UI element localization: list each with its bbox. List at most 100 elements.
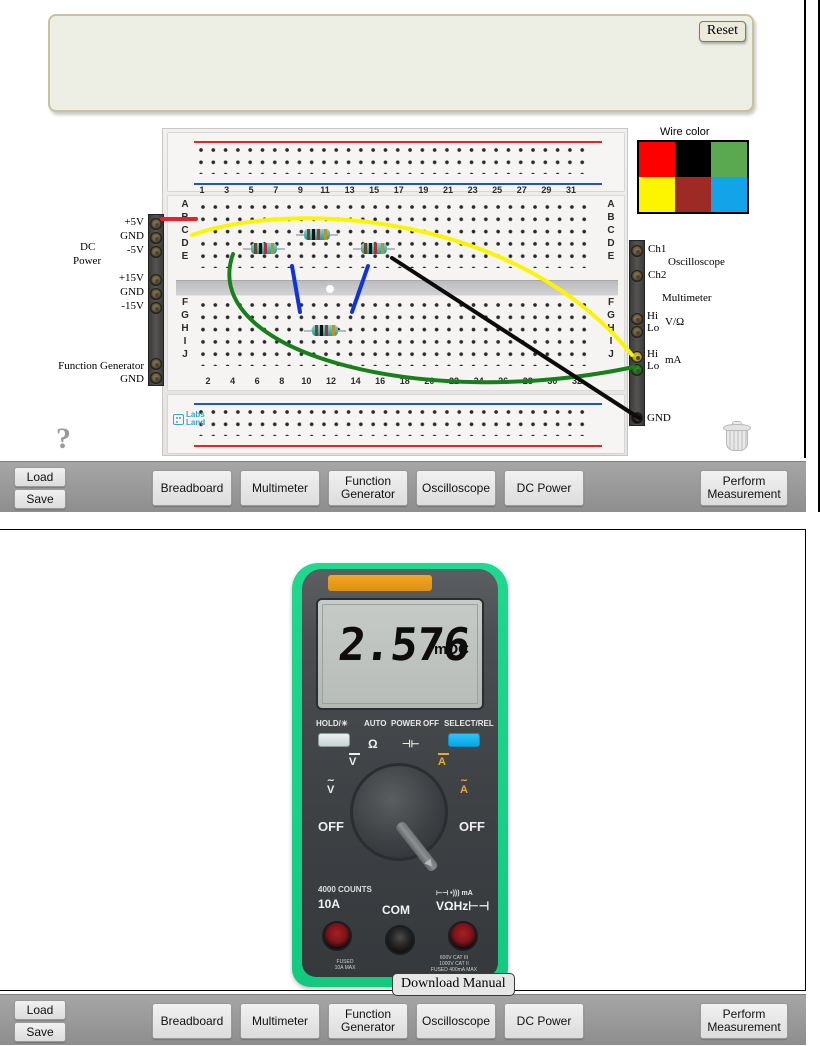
- col-num: 4: [230, 376, 236, 386]
- port-vohmhz[interactable]: [448, 921, 478, 951]
- jack-osc-ch2[interactable]: [631, 270, 643, 282]
- holes-rows-fghij: [200, 302, 594, 366]
- right-jack-strip: [629, 240, 645, 426]
- dial-mark-a-ac: ∼ A: [460, 775, 468, 797]
- breadboard-main-grid: [167, 195, 625, 391]
- label-vohm-hi: Hi: [647, 310, 658, 322]
- col-num: 3: [224, 185, 230, 195]
- tab-dc-power[interactable]: DC Power: [504, 1003, 584, 1039]
- col-num: 17: [393, 185, 404, 195]
- jack-gnd-15v[interactable]: [150, 288, 162, 300]
- tab-multimeter[interactable]: Multimeter: [240, 470, 320, 506]
- port-top-vohmhz: ⊢⊣ •))) mA: [436, 890, 473, 897]
- perform-measurement-button[interactable]: Perform Measurement: [700, 470, 788, 506]
- tab-oscilloscope[interactable]: Oscilloscope: [416, 1003, 496, 1039]
- label-hold: HOLD/☀: [316, 719, 349, 728]
- label-gnd-15v: GND: [120, 286, 144, 298]
- label-function-generator-gnd: GND: [120, 373, 144, 385]
- jack-minus15v[interactable]: [150, 302, 162, 314]
- label-minus15v: -15V: [121, 300, 144, 312]
- power-rail-top: [167, 132, 625, 192]
- save-button[interactable]: Save: [14, 489, 66, 509]
- help-icon[interactable]: ?: [56, 424, 71, 454]
- save-button[interactable]: Save: [14, 1022, 66, 1042]
- row-letter: I: [609, 336, 613, 347]
- col-num: 13: [344, 185, 355, 195]
- row-letter: A: [607, 199, 615, 210]
- resistor[interactable]: [243, 243, 285, 254]
- row-letter: C: [181, 225, 189, 236]
- jack-gnd[interactable]: [631, 412, 643, 424]
- jack-function-generator[interactable]: [150, 358, 162, 370]
- breadboard-body: 1 3 5 7 9 11 13 15 17 19 21 23 25 27 29 …: [162, 128, 628, 456]
- row-letter: E: [181, 251, 189, 262]
- column-numbers-bottom: 2 4 6 8 10 12 14 16 18 20 22 24 26 28 30…: [195, 376, 591, 390]
- load-button[interactable]: Load: [14, 467, 66, 487]
- swatch-dark-red[interactable]: [675, 177, 711, 212]
- row-letter: D: [607, 238, 615, 249]
- port-10a[interactable]: [322, 921, 352, 951]
- reset-button[interactable]: Reset: [698, 21, 746, 42]
- jack-osc-ch1[interactable]: [631, 245, 643, 257]
- swatch-red[interactable]: [639, 142, 675, 177]
- resistor[interactable]: [304, 325, 346, 336]
- channel-marker: [326, 285, 334, 293]
- jack-function-generator-gnd[interactable]: [150, 372, 162, 384]
- tab-function-generator[interactable]: Function Generator: [328, 470, 408, 506]
- row-letter: J: [182, 349, 188, 360]
- label-ma: mA: [665, 354, 682, 366]
- select-button[interactable]: [448, 733, 480, 747]
- col-num: 22: [448, 376, 459, 386]
- load-button[interactable]: Load: [14, 1000, 66, 1020]
- rail-line-blue-bottom: [194, 403, 602, 405]
- col-num: 21: [442, 185, 453, 195]
- swatch-yellow[interactable]: [639, 177, 675, 212]
- jack-mm-vohm-hi[interactable]: [631, 313, 643, 325]
- dial-mark-a-dc: A: [438, 753, 449, 768]
- jack-plus15v[interactable]: [150, 274, 162, 286]
- tab-multimeter[interactable]: Multimeter: [240, 1003, 320, 1039]
- hold-button[interactable]: [318, 733, 350, 747]
- swatch-black[interactable]: [675, 142, 711, 177]
- jack-plus5v[interactable]: [150, 218, 162, 230]
- resistor[interactable]: [296, 229, 338, 240]
- jack-mm-ma-hi[interactable]: [631, 351, 643, 363]
- download-manual-button[interactable]: Download Manual: [392, 973, 515, 996]
- jack-minus5v[interactable]: [150, 246, 162, 258]
- port-label-vohmhz: VΩHz⊢⊣: [436, 899, 490, 913]
- trash-icon[interactable]: [722, 421, 752, 453]
- dial-mark-off-right: OFF: [459, 819, 485, 834]
- tab-breadboard[interactable]: Breadboard: [152, 470, 232, 506]
- center-channel: [176, 280, 618, 296]
- label-ma-lo: Lo: [647, 360, 660, 372]
- swatch-green[interactable]: [711, 142, 747, 177]
- col-num: 19: [418, 185, 429, 195]
- breadboard-image[interactable]: 1 3 5 7 9 11 13 15 17 19 21 23 25 27 29 …: [162, 128, 628, 456]
- perform-measurement-label: Perform Measurement: [707, 474, 781, 501]
- tab-function-generator[interactable]: Function Generator: [328, 1003, 408, 1039]
- perform-measurement-button[interactable]: Perform Measurement: [700, 1003, 788, 1039]
- label-minus5v: -5V: [126, 244, 144, 256]
- col-num: 5: [248, 185, 254, 195]
- multimeter-face: 2.576 mDC HOLD/☀ AUTO POWER OFF SELECT/R…: [302, 569, 498, 977]
- tab-breadboard[interactable]: Breadboard: [152, 1003, 232, 1039]
- tab-oscilloscope[interactable]: Oscilloscope: [416, 470, 496, 506]
- rotary-dial[interactable]: [350, 763, 448, 873]
- resistor[interactable]: [353, 243, 395, 254]
- port-com[interactable]: [385, 925, 415, 955]
- col-num: 7: [273, 185, 279, 195]
- multimeter-orange-strip: [328, 575, 432, 591]
- col-num: 11: [320, 185, 330, 195]
- swatch-light-blue[interactable]: [711, 177, 747, 212]
- jack-gnd-5v[interactable]: [150, 232, 162, 244]
- labsland-line2: Land: [186, 418, 206, 427]
- label-gnd-5v: GND: [120, 230, 144, 242]
- tab-dc-power[interactable]: DC Power: [504, 470, 584, 506]
- row-letter: G: [181, 310, 189, 321]
- dial-mark-off-left: OFF: [318, 819, 344, 834]
- label-counts: 4000 COUNTS: [318, 885, 372, 894]
- multimeter-device[interactable]: 2.576 mDC HOLD/☀ AUTO POWER OFF SELECT/R…: [292, 563, 508, 987]
- jack-mm-vohm-lo[interactable]: [631, 326, 643, 338]
- jack-mm-ma-lo[interactable]: [631, 364, 643, 376]
- col-num: 10: [301, 376, 312, 386]
